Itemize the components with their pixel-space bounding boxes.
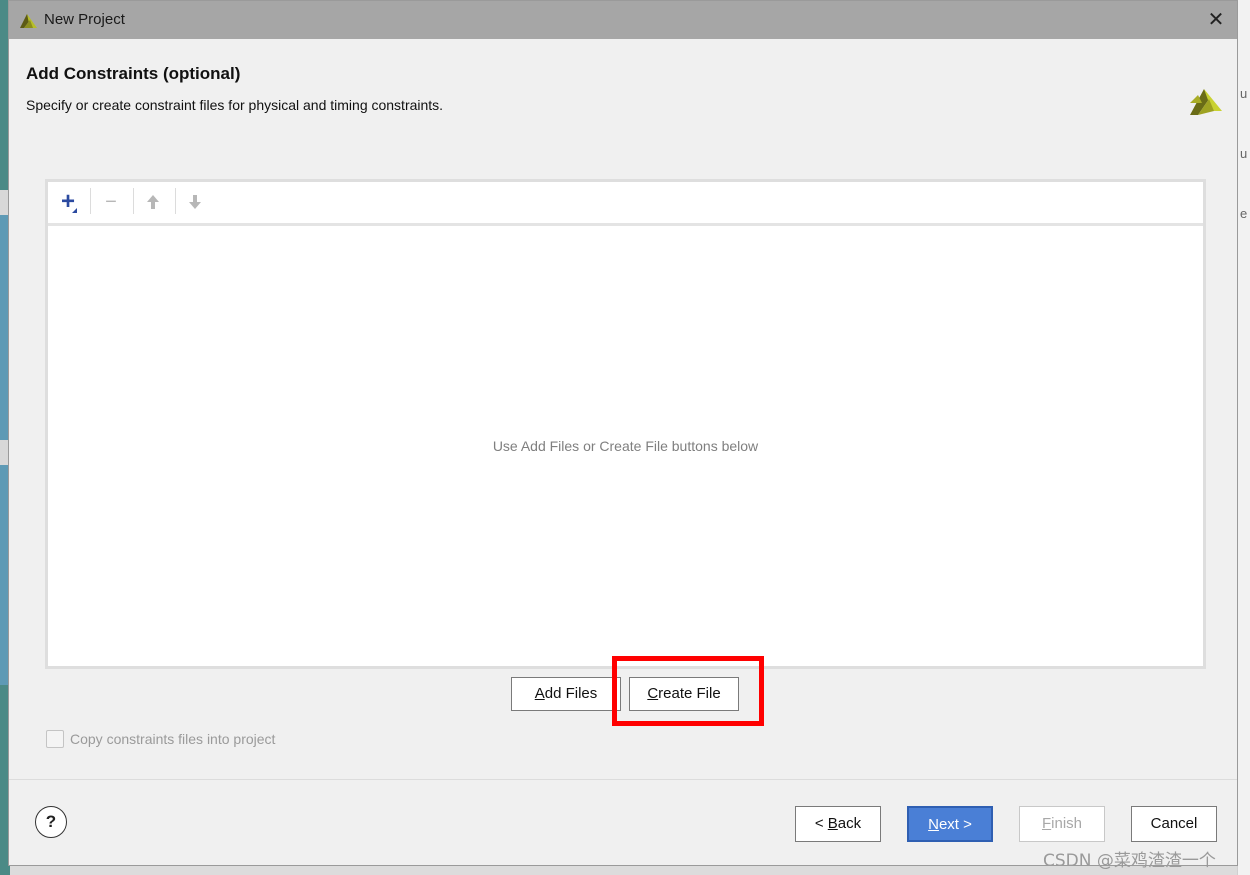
title-bar: New Project ✕ — [9, 1, 1237, 39]
constraints-file-panel: + − Use Add Files or Create File buttons… — [45, 179, 1206, 669]
add-files-label: dd Files — [544, 685, 598, 702]
cancel-button[interactable]: Cancel — [1131, 806, 1217, 842]
next-label: ext > — [938, 816, 972, 833]
vivado-logo-icon — [20, 14, 37, 28]
page-subtitle: Specify or create constraint files for p… — [26, 97, 444, 113]
add-files-mnemonic: A — [534, 685, 545, 702]
back-prefix: < — [814, 815, 828, 832]
finish-mnemonic: F — [1041, 815, 1052, 832]
vivado-logo-icon — [1190, 89, 1222, 115]
arrow-down-icon[interactable] — [181, 188, 209, 216]
footer-divider — [9, 779, 1237, 780]
create-file-label: reate File — [658, 685, 721, 702]
back-mnemonic: B — [827, 815, 838, 832]
background-app-right: u u e — [1237, 0, 1250, 875]
back-label: ack — [837, 815, 862, 832]
create-file-button[interactable]: Create File — [629, 677, 739, 711]
finish-button[interactable]: Finish — [1019, 806, 1105, 842]
file-toolbar: + − — [48, 182, 1203, 226]
copy-constraints-checkbox[interactable] — [46, 730, 64, 748]
window-title: New Project — [44, 11, 125, 28]
back-button[interactable]: < Back — [795, 806, 881, 842]
help-button[interactable]: ? — [35, 806, 67, 838]
finish-label: inish — [1051, 815, 1083, 832]
arrow-up-icon[interactable] — [139, 188, 167, 216]
create-file-mnemonic: C — [647, 685, 659, 702]
copy-constraints-label: Copy constraints files into project — [70, 731, 276, 747]
new-project-dialog: New Project ✕ Add Constraints (optional)… — [8, 0, 1238, 866]
plus-icon[interactable]: + — [54, 188, 82, 216]
watermark-text: CSDN @菜鸡渣渣一个 — [1043, 851, 1216, 871]
page-title: Add Constraints (optional) — [26, 64, 241, 83]
minus-icon[interactable]: − — [97, 188, 125, 216]
add-files-button[interactable]: Add Files — [511, 677, 621, 711]
next-mnemonic: N — [928, 816, 939, 833]
close-icon[interactable]: ✕ — [1203, 7, 1229, 33]
empty-list-message: Use Add Files or Create File buttons bel… — [492, 438, 759, 454]
next-button[interactable]: Next > — [907, 806, 993, 842]
